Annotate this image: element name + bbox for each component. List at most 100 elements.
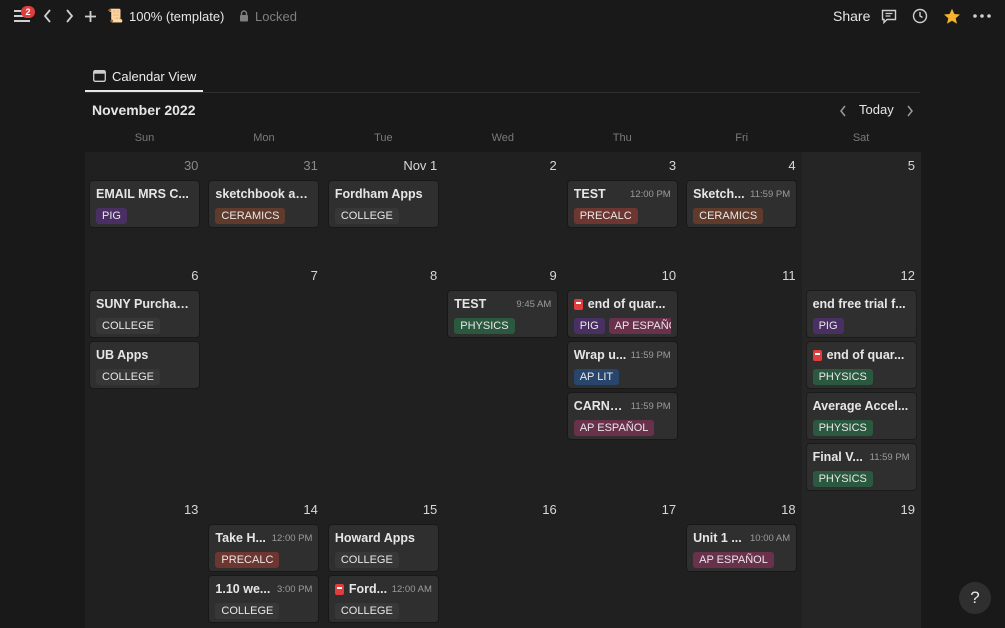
- day-cell[interactable]: 16: [443, 496, 564, 628]
- event-card[interactable]: SUNY Purchas... COLLEGE: [90, 291, 199, 337]
- event-tags: AP ESPAÑOL: [693, 552, 790, 568]
- day-header-tue: Tue: [374, 132, 393, 144]
- day-number: 14: [303, 502, 318, 517]
- event-card[interactable]: 1.10 we... 3:00 PM COLLEGE: [209, 576, 319, 622]
- event-card[interactable]: Average Accel... PHYSICS: [806, 393, 916, 439]
- next-month-icon[interactable]: [904, 100, 916, 122]
- day-number: 6: [191, 268, 199, 283]
- day-cell[interactable]: 4 Sketch... 11:59 PM CERAMICS: [682, 152, 803, 263]
- day-number: 18: [781, 502, 796, 517]
- day-cell[interactable]: 7: [204, 262, 325, 497]
- event-card[interactable]: Fordham Apps COLLEGE: [328, 181, 438, 227]
- event-card[interactable]: Final V... 11:59 PM PHYSICS: [806, 444, 916, 490]
- share-button[interactable]: Share: [833, 0, 870, 32]
- day-cell[interactable]: 12 end free trial f... PIG end of quar... PH…: [801, 262, 921, 497]
- more-options-icon[interactable]: [972, 0, 992, 32]
- event-card[interactable]: UB Apps COLLEGE: [90, 342, 199, 388]
- event-page-icon: [812, 349, 822, 361]
- event-tags: CERAMICS: [215, 208, 312, 224]
- day-cell[interactable]: 5: [801, 152, 921, 263]
- day-number: 16: [542, 502, 557, 517]
- comment-icon[interactable]: [880, 0, 898, 32]
- day-cell[interactable]: 2: [443, 152, 564, 263]
- event-card[interactable]: end of quar... PHYSICS: [806, 342, 916, 388]
- event-card[interactable]: end of quar... PIGAP ESPAÑOL: [567, 291, 677, 337]
- event-card[interactable]: TEST 12:00 PM PRECALC: [567, 181, 677, 227]
- event-page-icon: [334, 583, 344, 595]
- day-cell[interactable]: 30 EMAIL MRS C... PIG: [85, 152, 206, 263]
- event-card[interactable]: Howard Apps COLLEGE: [328, 525, 438, 571]
- day-cell[interactable]: Nov 1 Fordham Apps COLLEGE: [323, 152, 445, 263]
- event-time: 10:00 AM: [750, 532, 791, 544]
- event-title-row: Howard Apps: [335, 530, 432, 546]
- event-card[interactable]: Ford... 12:00 AM COLLEGE: [328, 576, 438, 622]
- event-tag: AP ESPAÑOL: [608, 318, 671, 334]
- event-card[interactable]: Sketch... 11:59 PM CERAMICS: [687, 181, 797, 227]
- day-cell[interactable]: 18 Unit 1 ... 10:00 AM AP ESPAÑOL: [682, 496, 803, 628]
- notification-badge: 2: [21, 6, 35, 18]
- event-title-row: EMAIL MRS C...: [96, 186, 193, 202]
- event-title-row: Ford... 12:00 AM: [334, 581, 432, 597]
- event-card[interactable]: end free trial f... PIG: [806, 291, 916, 337]
- event-card[interactable]: TEST 9:45 AM PHYSICS: [448, 291, 558, 337]
- back-arrow-icon[interactable]: [40, 0, 54, 32]
- day-number: 30: [183, 158, 199, 173]
- event-tag: COLLEGE: [96, 369, 160, 385]
- event-tag: CERAMICS: [693, 208, 764, 224]
- page-emoji-icon: 📜: [107, 8, 124, 23]
- day-cell[interactable]: 3 TEST 12:00 PM PRECALC: [562, 152, 684, 263]
- event-tag: COLLEGE: [334, 552, 399, 568]
- event-title: Wrap u...: [573, 348, 627, 362]
- day-number: 9: [549, 268, 557, 283]
- day-cell[interactable]: 13: [85, 496, 206, 628]
- today-button[interactable]: Today: [859, 102, 894, 117]
- event-title-row: end free trial f...: [813, 296, 910, 312]
- history-clock-icon[interactable]: [911, 0, 929, 32]
- event-time: 12:00 AM: [391, 583, 432, 595]
- event-time: 12:00 PM: [271, 532, 313, 544]
- event-title: SUNY Purchas...: [96, 297, 193, 311]
- event-tags: PRECALC: [215, 552, 312, 568]
- favorite-star-icon[interactable]: [942, 0, 961, 32]
- event-card[interactable]: Wrap u... 11:59 PM AP LIT: [567, 342, 677, 388]
- calendar-grid: 30 EMAIL MRS C... PIG 31 sketchbook as... CER…: [85, 152, 921, 628]
- day-cell[interactable]: 14 Take H... 12:00 PM PRECALC 1.10 we... 3:00…: [204, 496, 325, 628]
- day-header-thu: Thu: [612, 132, 632, 144]
- event-time: 11:59 PM: [869, 451, 910, 463]
- day-cell[interactable]: 31 sketchbook as... CERAMICS: [204, 152, 325, 263]
- day-cell[interactable]: 15 Howard Apps COLLEGE Ford... 12:00 AM COLLE…: [323, 496, 445, 628]
- page-title[interactable]: 100% (template): [129, 0, 224, 32]
- event-title: sketchbook as...: [215, 187, 313, 201]
- forward-arrow-icon[interactable]: [62, 0, 76, 32]
- event-time: 9:45 AM: [516, 298, 552, 310]
- event-card[interactable]: Unit 1 ... 10:00 AM AP ESPAÑOL: [687, 525, 797, 571]
- event-card[interactable]: sketchbook as... CERAMICS: [209, 181, 319, 227]
- event-title: EMAIL MRS C...: [96, 187, 189, 201]
- event-title: Take H...: [215, 531, 266, 545]
- prev-month-icon[interactable]: [837, 100, 849, 122]
- day-cell[interactable]: 10end of quar...PIGAP ESPAÑOLWrap u...11…: [562, 262, 684, 497]
- day-cell[interactable]: 17: [562, 496, 684, 628]
- tab-calendar-view[interactable]: Calendar View: [85, 62, 203, 92]
- help-button[interactable]: ?: [959, 582, 991, 614]
- day-cell[interactable]: 9 TEST 9:45 AM PHYSICS: [443, 262, 564, 497]
- day-cell[interactable]: 8: [323, 262, 445, 497]
- add-page-icon[interactable]: [82, 0, 98, 32]
- locked-label[interactable]: Locked: [255, 0, 297, 32]
- event-card[interactable]: EMAIL MRS C... PIG: [90, 181, 199, 227]
- event-tags: COLLEGE: [96, 369, 193, 385]
- day-number: 5: [907, 158, 915, 173]
- event-title: Unit 1 ...: [693, 531, 742, 545]
- day-header-sun: Sun: [134, 132, 155, 144]
- event-card[interactable]: Take H... 12:00 PM PRECALC: [209, 525, 319, 571]
- day-cell[interactable]: 19: [801, 496, 921, 628]
- day-number: 13: [183, 502, 199, 517]
- event-title: Final V...: [812, 450, 863, 464]
- event-title: TEST: [454, 297, 487, 311]
- day-cell[interactable]: 11: [682, 262, 803, 497]
- day-cell[interactable]: 6 SUNY Purchas... COLLEGE UB Apps COLLEGE: [85, 262, 206, 497]
- event-page-icon: [573, 298, 583, 310]
- event-title: end of quar...: [826, 348, 905, 362]
- event-title: UB Apps: [96, 348, 149, 362]
- event-card[interactable]: CARNE... 11:59 PM AP ESPAÑOL: [567, 393, 677, 439]
